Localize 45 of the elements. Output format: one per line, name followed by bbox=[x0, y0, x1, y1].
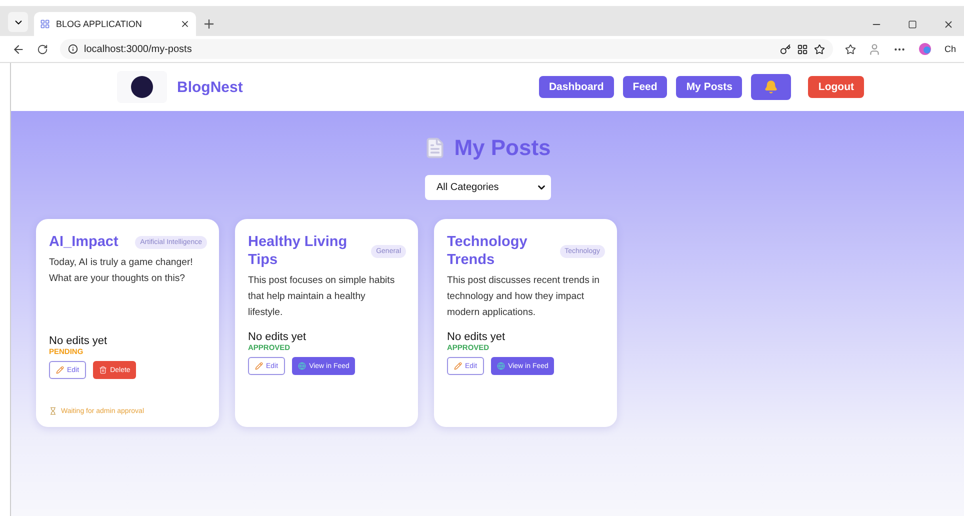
category-select[interactable]: All Categories bbox=[424, 175, 550, 200]
profile-label[interactable]: Ch bbox=[944, 44, 956, 54]
close-icon[interactable] bbox=[943, 19, 954, 30]
post-excerpt: This post discusses recent trends in technology and how they impact modern applications. bbox=[447, 274, 601, 320]
trash-icon bbox=[99, 366, 108, 374]
new-tab-icon[interactable] bbox=[202, 17, 216, 31]
document-icon bbox=[424, 137, 446, 159]
profile-icon[interactable] bbox=[868, 42, 882, 56]
address-bar[interactable]: localhost:3000/my-posts bbox=[60, 39, 834, 59]
browser-tab[interactable]: BLOG APPLICATION bbox=[34, 12, 196, 36]
post-title: Healthy Living Tips bbox=[248, 233, 348, 269]
logo bbox=[131, 76, 153, 98]
favicon-icon bbox=[40, 19, 50, 29]
logout-button[interactable]: Logout bbox=[808, 76, 864, 98]
page-title: My Posts bbox=[454, 135, 551, 161]
copilot-icon[interactable] bbox=[918, 42, 932, 56]
pencil-icon bbox=[56, 366, 64, 374]
edit-status: No edits yet bbox=[49, 335, 108, 347]
post-title: AI_Impact bbox=[49, 233, 118, 251]
edit-status: No edits yet bbox=[248, 331, 308, 343]
nav-button[interactable]: My Posts bbox=[676, 76, 742, 98]
tab-list-button[interactable] bbox=[8, 12, 28, 32]
nav-button[interactable]: Feed bbox=[622, 76, 668, 98]
star-icon[interactable] bbox=[814, 44, 826, 54]
post-title: Technology Trends bbox=[447, 233, 528, 269]
key-icon[interactable] bbox=[780, 44, 792, 54]
favorites-icon[interactable] bbox=[845, 44, 856, 54]
maximize-icon[interactable] bbox=[908, 20, 917, 29]
back-icon[interactable] bbox=[12, 42, 25, 56]
pencil-icon bbox=[454, 362, 462, 370]
globe-icon bbox=[497, 362, 506, 370]
hourglass-icon bbox=[49, 407, 57, 415]
notifications-button[interactable] bbox=[751, 74, 792, 100]
globe-icon bbox=[298, 362, 306, 370]
apps-icon[interactable] bbox=[797, 44, 808, 54]
pencil-icon bbox=[255, 362, 263, 370]
close-icon[interactable] bbox=[180, 19, 190, 29]
post-excerpt: This post focuses on simple habits that help maintain a healthy lifestyle. bbox=[248, 274, 396, 320]
brand-name: BlogNest bbox=[177, 78, 243, 96]
info-icon bbox=[68, 44, 78, 54]
reload-icon[interactable] bbox=[37, 44, 48, 54]
edit-status: No edits yet bbox=[447, 331, 506, 343]
nav-button[interactable]: Dashboard bbox=[538, 76, 614, 98]
bell-icon bbox=[764, 80, 778, 94]
post-excerpt: Today, AI is truly a game changer! What are your thoughts on this? bbox=[49, 256, 194, 286]
